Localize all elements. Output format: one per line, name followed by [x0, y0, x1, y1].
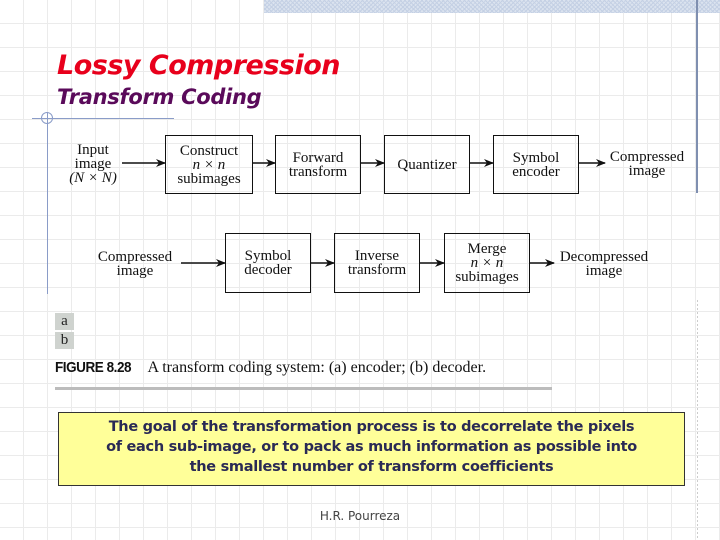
- decoder-input-label: Compressed image: [97, 249, 173, 279]
- quantizer-block: Quantizer: [384, 135, 470, 194]
- decoder-output-label: Decompressed image: [559, 249, 649, 279]
- block-text: n × n: [192, 156, 226, 173]
- symbol-encoder-block: Symbol encoder: [493, 135, 579, 194]
- input-label-line: image: [116, 263, 154, 279]
- block-text: transform: [288, 163, 348, 180]
- figure-number: FIGURE 8.28: [55, 359, 132, 376]
- block-text: Forward: [292, 149, 344, 166]
- input-label-line: Input: [77, 142, 109, 158]
- forward-transform-block: Forward transform: [275, 135, 361, 194]
- transform-coding-diagram: Input image (N × N) Construct n × n subi…: [0, 0, 720, 400]
- footer-author: H.R. Pourreza: [319, 509, 401, 523]
- block-text: n × n: [470, 255, 504, 271]
- block-text: Construct: [179, 142, 239, 159]
- explanation-note-box: The goal of the transformation process i…: [58, 412, 685, 486]
- panel-label-b: b: [55, 332, 74, 349]
- block-text: Symbol: [244, 248, 292, 264]
- output-label-line: Decompressed: [559, 249, 649, 265]
- block-text: encoder: [512, 163, 560, 180]
- input-label-line: Compressed: [97, 249, 173, 265]
- figure-caption-text: A transform coding system: (a) encoder; …: [147, 359, 487, 376]
- encoder-input-label: Input image (N × N): [69, 142, 117, 186]
- output-label-line: Compressed: [609, 149, 685, 165]
- panel-label-a: a: [55, 313, 74, 330]
- block-text: Inverse: [354, 248, 400, 264]
- note-line: The goal of the transformation process i…: [108, 419, 635, 435]
- inverse-transform-block: Inverse transform: [334, 233, 420, 293]
- block-text: decoder: [244, 262, 292, 278]
- block-text: Quantizer: [397, 156, 457, 173]
- encoder-output-label: Compressed image: [609, 149, 685, 179]
- block-text: subimages: [455, 269, 519, 285]
- input-label-line: image: [74, 156, 112, 172]
- construct-subimages-block: Construct n × n subimages: [165, 135, 253, 194]
- note-line: of each sub-image, or to pack as much in…: [106, 439, 637, 455]
- block-text: transform: [347, 262, 407, 278]
- block-text: Symbol: [512, 149, 560, 166]
- symbol-decoder-block: Symbol decoder: [225, 233, 311, 293]
- input-label-line: (N × N): [69, 170, 117, 186]
- figure-caption: FIGURE 8.28 A transform coding system: (a…: [55, 359, 486, 377]
- diagram-arrows: [122, 159, 606, 267]
- block-text: subimages: [177, 170, 241, 187]
- note-line: the smallest number of transform coeffic…: [189, 459, 554, 475]
- output-label-line: image: [585, 263, 623, 279]
- caption-rule: [55, 387, 552, 390]
- output-label-line: image: [628, 163, 666, 179]
- merge-subimages-block: Merge n × n subimages: [444, 233, 530, 293]
- block-text: Merge: [467, 241, 507, 257]
